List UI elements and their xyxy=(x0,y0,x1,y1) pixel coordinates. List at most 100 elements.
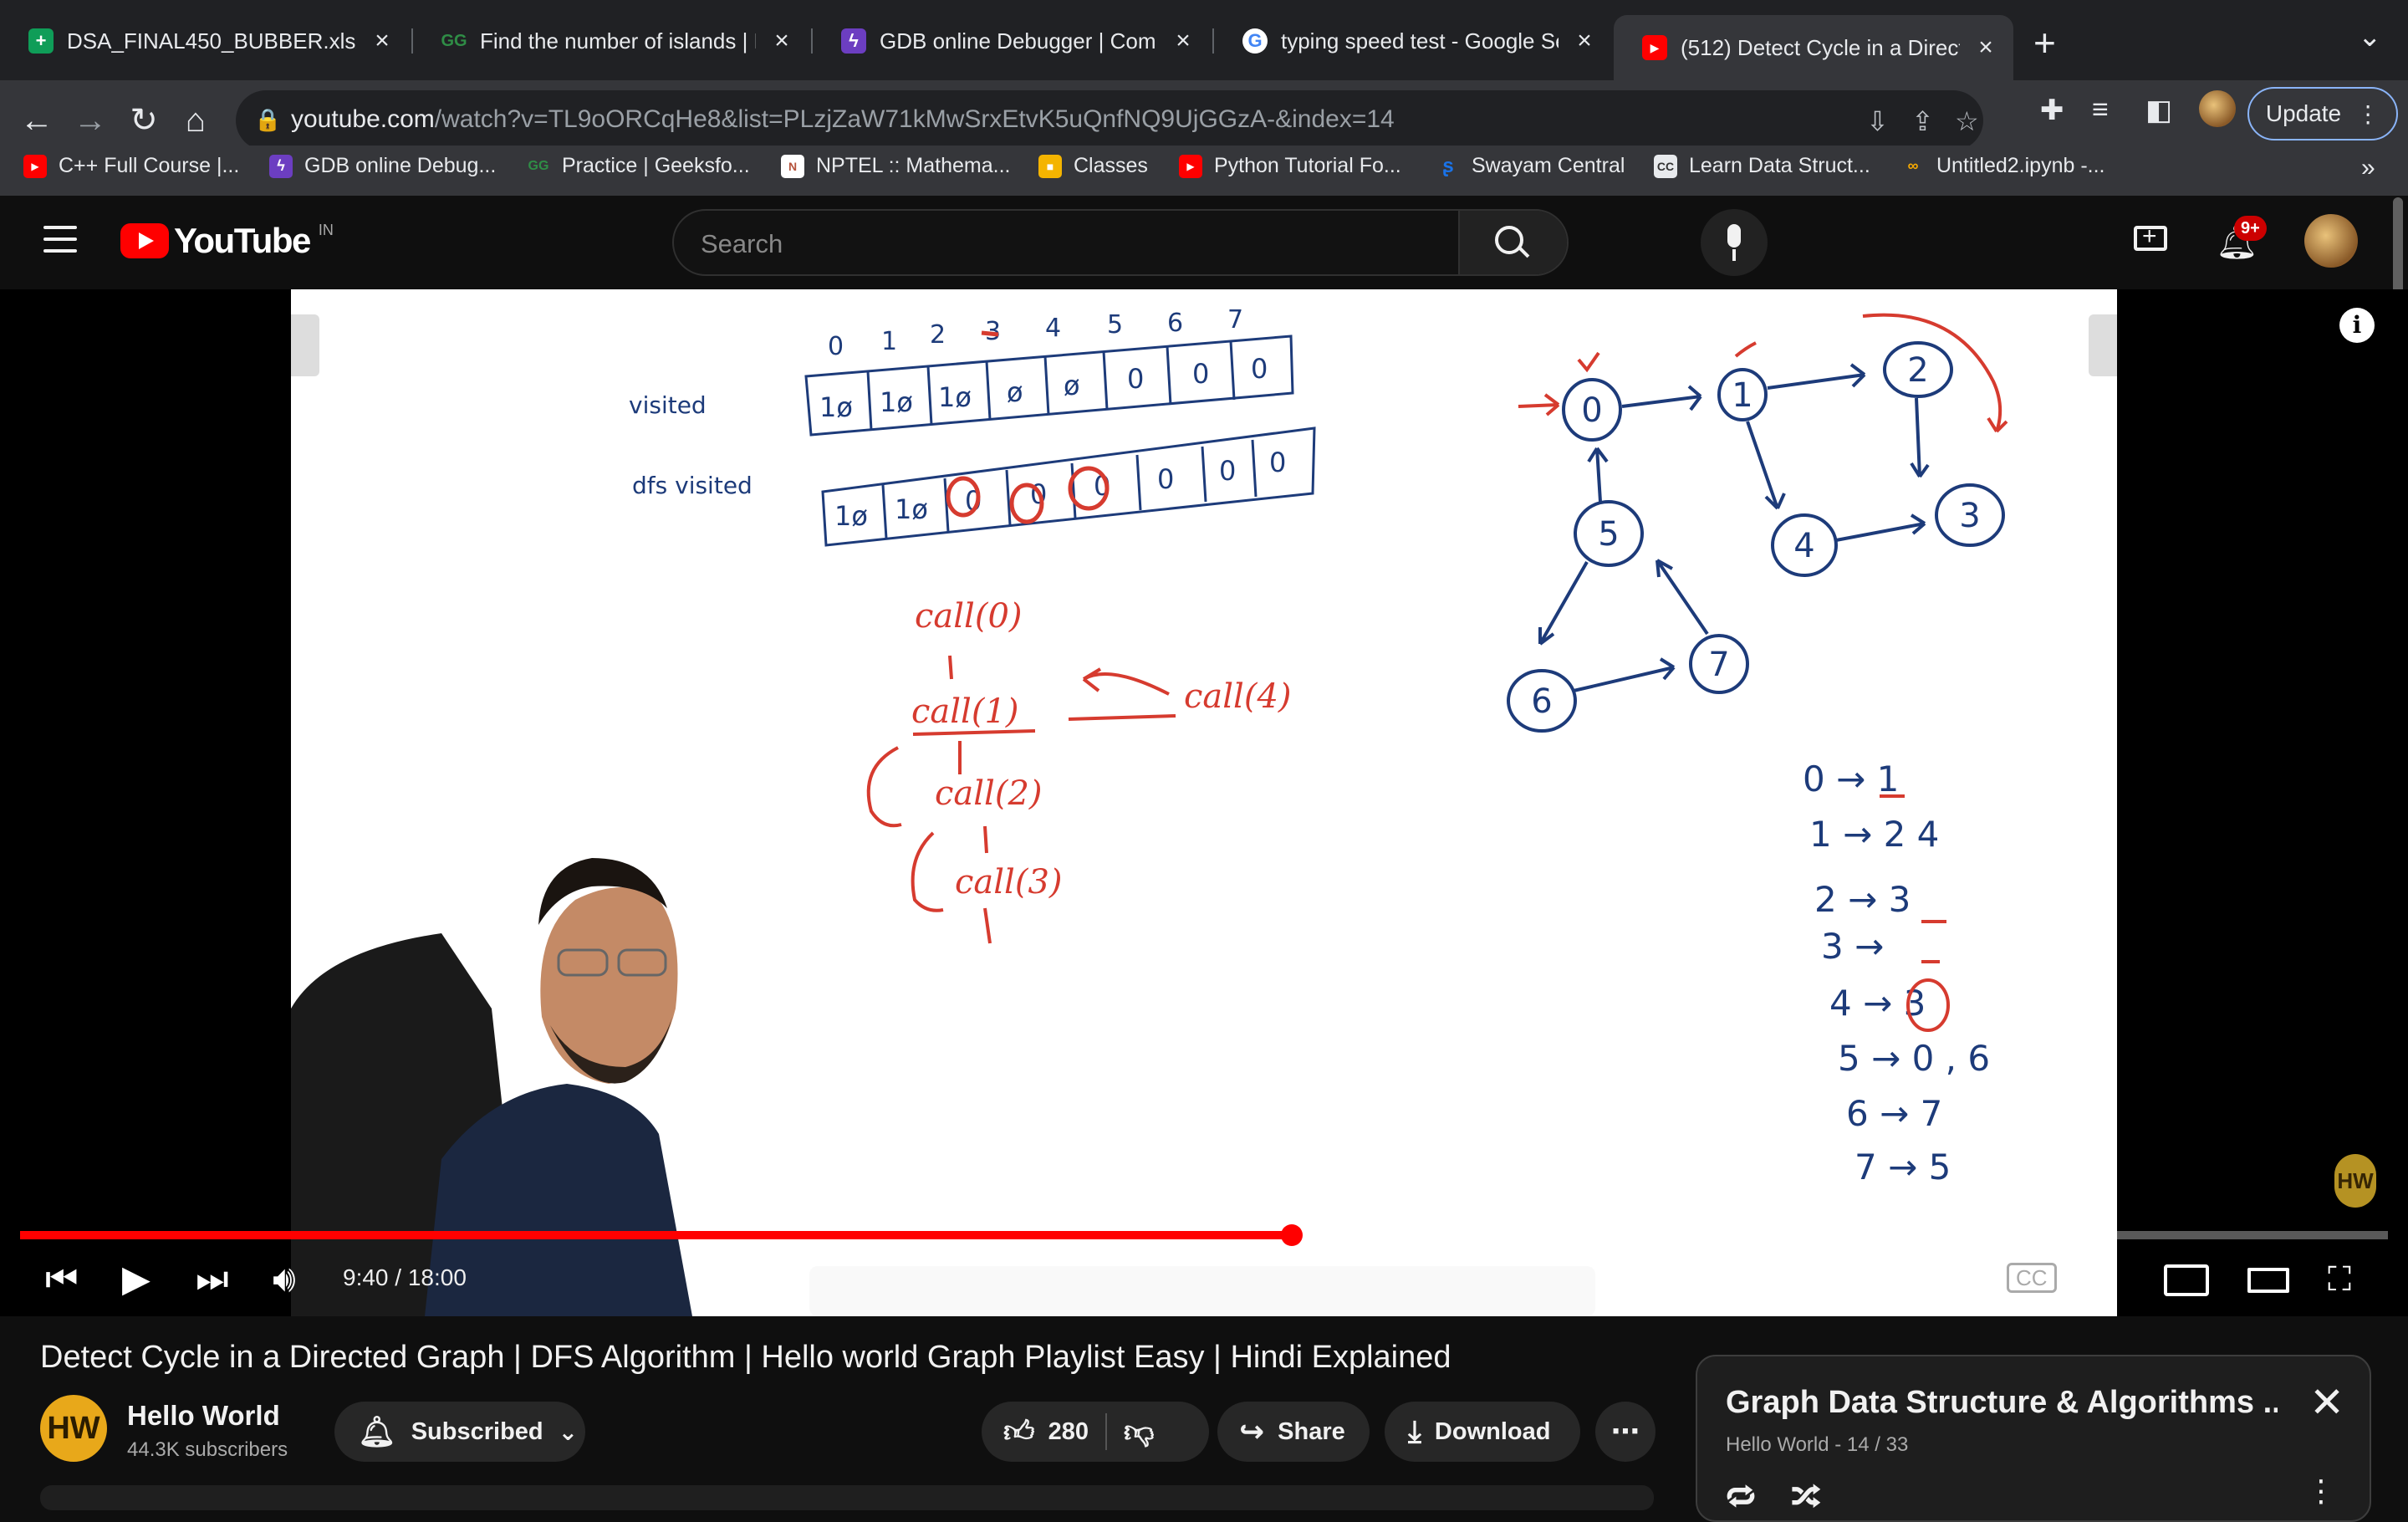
reload-icon[interactable]: ↻ xyxy=(120,97,167,144)
youtube-icon: ▶ xyxy=(23,154,47,178)
dfs-cell-6: 0 xyxy=(1219,455,1236,487)
loop-icon[interactable]: 🔁︎ xyxy=(1726,1473,1756,1518)
share-icon[interactable]: ⇪ xyxy=(1911,105,1934,137)
index-7: 7 xyxy=(1227,305,1243,335)
like-count[interactable]: 280 xyxy=(1048,1418,1089,1446)
close-icon[interactable]: × xyxy=(1572,27,1597,55)
bookmark-classes[interactable]: ■ Classes xyxy=(1038,154,1148,178)
account-avatar[interactable] xyxy=(2304,214,2358,268)
dfs-cell-0: 1ø xyxy=(834,500,868,532)
tab-youtube-active[interactable]: ▶ (512) Detect Cycle in a Directe × xyxy=(1614,15,2013,80)
channel-avatar[interactable]: HW xyxy=(40,1395,107,1462)
tab-title: Find the number of islands | Pr xyxy=(480,28,756,54)
download-icon: ⤓ xyxy=(1408,1413,1421,1448)
shuffle-icon[interactable]: 🔀︎ xyxy=(1791,1473,1821,1518)
bookmark-geeksforgeeks[interactable]: GG Practice | Geeksfo... xyxy=(527,154,750,178)
search-box[interactable]: Search xyxy=(672,209,1569,276)
tab-gdb-debugger[interactable]: ϟ GDB online Debugger | Compil × xyxy=(813,15,1211,67)
like-thumb-icon[interactable]: 👍︎ xyxy=(1003,1413,1035,1450)
update-button[interactable]: Update ⋮ xyxy=(2247,87,2398,140)
youtube-logo[interactable]: YouTube IN xyxy=(120,221,334,261)
lock-icon[interactable]: 🔒 xyxy=(254,107,281,133)
gdb-bolt-icon: ϟ xyxy=(269,154,293,178)
tab-spreadsheet[interactable]: + DSA_FINAL450_BUBBER.xlsx × xyxy=(0,15,410,67)
tab-search-chevron-icon[interactable]: ⌄ xyxy=(2358,20,2382,54)
close-icon[interactable]: × xyxy=(1171,27,1196,55)
dislike-thumb-icon[interactable]: 👎︎ xyxy=(1124,1413,1155,1450)
voice-search-button[interactable] xyxy=(1701,209,1768,276)
more-horizontal-icon: ⋯ xyxy=(1611,1416,1640,1448)
update-label: Update xyxy=(2265,100,2342,126)
progress-bar[interactable] xyxy=(20,1224,2388,1246)
tab-title: typing speed test - Google Sea xyxy=(1281,28,1559,54)
microphone-icon xyxy=(1727,224,1741,248)
profile-avatar[interactable] xyxy=(2199,90,2236,127)
fullscreen-icon[interactable]: ⛶ xyxy=(2328,1256,2351,1303)
tab-google-search[interactable]: G typing speed test - Google Sea × xyxy=(1214,15,1612,67)
close-icon[interactable]: × xyxy=(1973,33,1998,62)
adjacency-7: 7 → 5 xyxy=(1854,1147,1951,1187)
side-panel-icon[interactable]: ◧ xyxy=(2145,94,2172,127)
close-icon[interactable]: × xyxy=(769,27,794,55)
settings-gear-icon[interactable]: ⚙ xyxy=(2085,1256,2118,1303)
search-button[interactable] xyxy=(1458,211,1567,274)
playlist-meta: Hello World - 14 / 33 xyxy=(1726,1433,1909,1456)
bookmark-cpp-course[interactable]: ▶ C++ Full Course |... xyxy=(23,154,239,178)
menu-hamburger-icon[interactable] xyxy=(43,226,77,261)
notification-count-badge: 9+ xyxy=(2234,216,2267,241)
info-icon[interactable]: i xyxy=(2339,308,2375,343)
subscribed-button[interactable]: 🔔︎ Subscribed ⌄ xyxy=(334,1402,585,1462)
bookmark-label: Classes xyxy=(1074,154,1148,177)
new-tab-button[interactable]: + xyxy=(2033,20,2056,65)
cc-icon: CC xyxy=(1654,154,1677,178)
close-icon[interactable]: ✕ xyxy=(2309,1378,2344,1427)
call-stack-2: call(2) xyxy=(935,774,1043,813)
bookmark-swayam[interactable]: ʂ Swayam Central xyxy=(1436,154,1625,178)
download-button[interactable]: ⤓ Download xyxy=(1385,1402,1580,1462)
bookmark-star-icon[interactable]: ☆ xyxy=(1955,105,1979,137)
browser-tab-strip: + DSA_FINAL450_BUBBER.xlsx × GG Find the… xyxy=(0,0,2408,80)
graph-node-6: 6 xyxy=(1531,682,1552,721)
volume-icon[interactable]: 🔊︎ xyxy=(273,1256,296,1303)
graph-node-2: 2 xyxy=(1907,351,1928,390)
subscribed-label: Subscribed xyxy=(411,1417,543,1445)
create-video-icon[interactable] xyxy=(2134,222,2167,251)
description-box[interactable] xyxy=(40,1485,1654,1510)
channel-name[interactable]: Hello World xyxy=(127,1400,280,1432)
close-icon[interactable]: × xyxy=(370,27,395,55)
bookmarks-bar: ▶ C++ Full Course |... ϟ GDB online Debu… xyxy=(0,146,2408,197)
swayam-icon: ʂ xyxy=(1442,154,1454,177)
home-icon[interactable]: ⌂ xyxy=(172,97,219,144)
channel-watermark-logo[interactable]: HW xyxy=(2334,1154,2376,1208)
bookmark-learn-ds[interactable]: CC Learn Data Struct... xyxy=(1654,154,1870,178)
video-frame-whiteboard[interactable]: 0 1 2 3 4 5 6 7 visited dfs visited 1ø 1… xyxy=(291,289,2117,1316)
video-player[interactable]: 0 1 2 3 4 5 6 7 visited dfs visited 1ø 1… xyxy=(0,289,2408,1316)
more-actions-button[interactable]: ⋯ xyxy=(1595,1402,1656,1462)
playlist-menu-icon[interactable]: ⋮ xyxy=(2306,1473,2336,1509)
address-bar[interactable]: 🔒 youtube.com/watch?v=TL9oORCqHe8&list=P… xyxy=(236,90,1983,151)
bookmark-colab[interactable]: ∞ Untitled2.ipynb -... xyxy=(1901,154,2105,178)
bookmark-python-tutorial[interactable]: ▶ Python Tutorial Fo... xyxy=(1179,154,1401,178)
search-input[interactable]: Search xyxy=(701,229,783,259)
bookmark-nptel[interactable]: N NPTEL :: Mathema... xyxy=(781,154,1010,178)
play-icon[interactable]: ▶ xyxy=(122,1256,150,1303)
more-bookmarks-chevron-icon[interactable]: » xyxy=(2361,154,2375,182)
miniplayer-icon[interactable] xyxy=(2164,1264,2209,1296)
bookmark-label: GDB online Debug... xyxy=(304,154,497,177)
reading-list-icon[interactable]: ≡ xyxy=(2092,94,2109,126)
forward-arrow-icon[interactable]: → xyxy=(67,97,114,144)
install-app-icon[interactable]: ⇩ xyxy=(1866,105,1889,137)
graph-node-5: 5 xyxy=(1598,515,1619,554)
playlist-title[interactable]: Graph Data Structure & Algorithms ... xyxy=(1726,1385,2278,1421)
subtitles-cc-icon[interactable]: CC xyxy=(2007,1263,2057,1293)
next-icon[interactable]: ⏭ xyxy=(196,1256,229,1303)
back-arrow-icon[interactable]: ← xyxy=(13,97,60,144)
tab-geeksforgeeks[interactable]: GG Find the number of islands | Pr × xyxy=(413,15,809,67)
theater-mode-icon[interactable] xyxy=(2247,1268,2289,1293)
extensions-puzzle-icon[interactable]: ✚ xyxy=(2040,94,2064,127)
like-dislike-group: 👍︎ 280 👎︎ xyxy=(982,1402,1209,1462)
dfs-visited-label: dfs visited xyxy=(632,472,752,499)
bookmark-gdb[interactable]: ϟ GDB online Debug... xyxy=(269,154,496,178)
share-button[interactable]: ↪ Share xyxy=(1217,1402,1370,1462)
previous-icon[interactable]: ⏮ xyxy=(45,1256,79,1303)
